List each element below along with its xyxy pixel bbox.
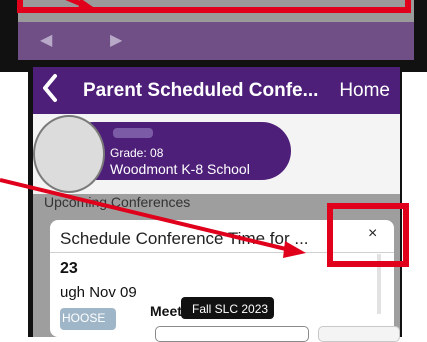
highlight-box-close bbox=[327, 203, 409, 267]
annotation-arrow-line bbox=[0, 178, 291, 252]
annotation-arrow-head bbox=[283, 241, 306, 258]
annotation-overlay bbox=[0, 0, 411, 267]
